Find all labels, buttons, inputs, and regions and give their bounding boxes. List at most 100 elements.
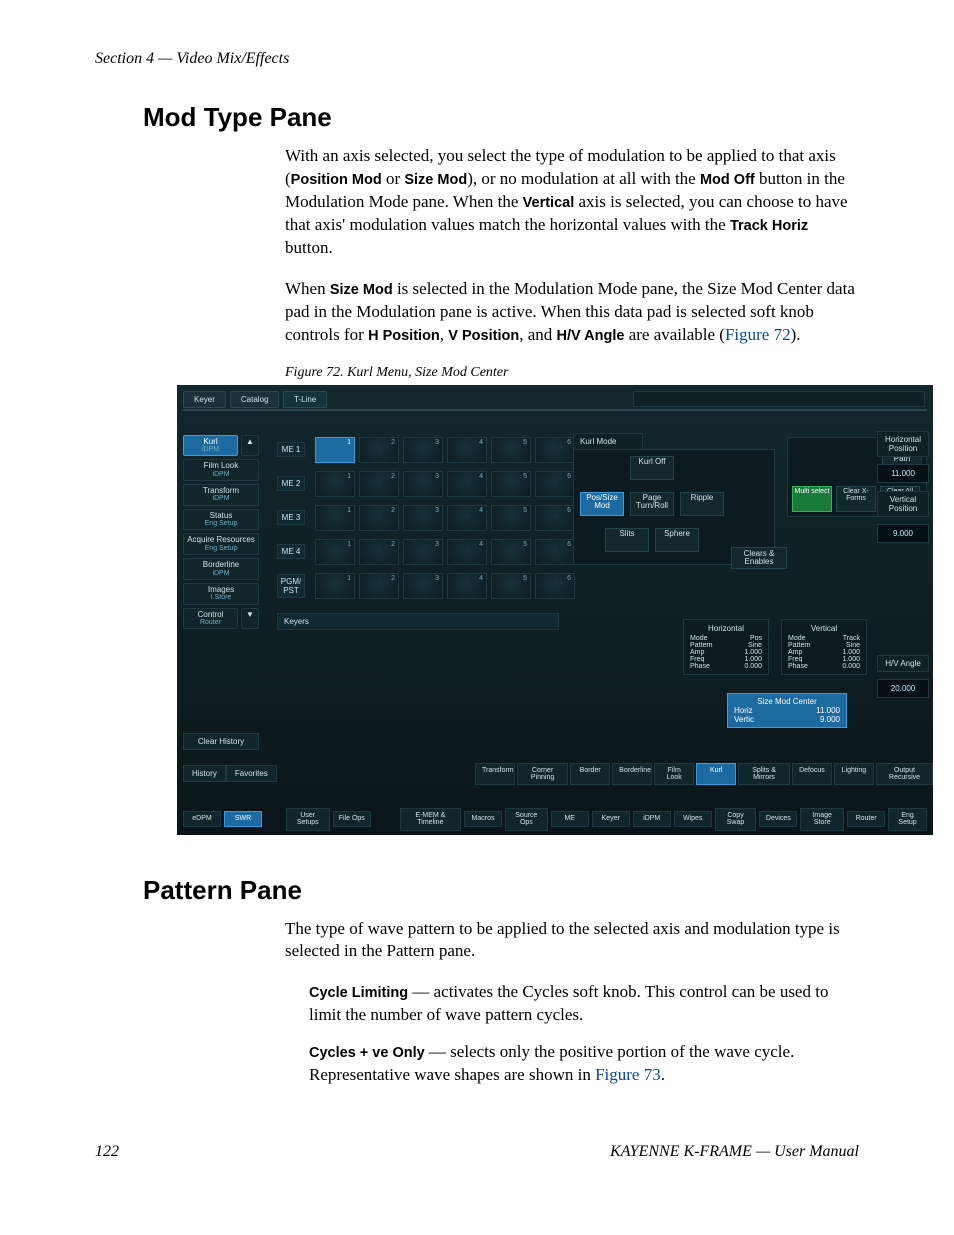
footbar-source-ops[interactable]: Source Ops	[505, 808, 548, 831]
me-key-cell[interactable]: 6	[535, 437, 575, 463]
me-key-cell[interactable]: 3	[403, 437, 443, 463]
effect-tab-border[interactable]: Border	[570, 763, 610, 786]
footbar-edpm[interactable]: eDPM	[183, 811, 221, 826]
footbar-router[interactable]: Router	[847, 811, 885, 826]
multi-select-button[interactable]: Multi select	[792, 486, 832, 512]
soft-knob-value[interactable]: 20.000	[877, 679, 929, 698]
me-key-cell[interactable]: 6	[535, 573, 575, 599]
soft-knob-label: Vertical Position	[877, 491, 929, 517]
bold: Size Mod	[404, 172, 467, 188]
figure-link-72[interactable]: Figure 72	[725, 325, 791, 344]
nav-scroll-down-icon[interactable]: ▼	[241, 608, 259, 630]
manual-title: KAYENNE K-FRAME — User Manual	[610, 1143, 859, 1161]
effect-tab-transform[interactable]: Transform	[475, 763, 515, 786]
me-key-cell[interactable]: 5	[491, 471, 531, 497]
me-key-cell[interactable]: 6	[535, 539, 575, 565]
footbar-keyer[interactable]: Keyer	[592, 811, 630, 826]
me-key-cell[interactable]: 2	[359, 437, 399, 463]
clear-xforms-button[interactable]: Clear X-Forms	[836, 486, 876, 512]
me-key-cell[interactable]: 4	[447, 505, 487, 531]
footbar-devices[interactable]: Devices	[759, 811, 797, 826]
nav-item-kurl[interactable]: KurliDPM	[183, 435, 238, 457]
me-key-cell[interactable]: 3	[403, 505, 443, 531]
me-key-cell[interactable]: 6	[535, 505, 575, 531]
tab-keyer[interactable]: Keyer	[183, 391, 226, 408]
me-key-cell[interactable]: 5	[491, 437, 531, 463]
effect-tab-lighting[interactable]: Lighting	[834, 763, 874, 786]
value: 9.000	[820, 715, 840, 724]
footbar-idpm[interactable]: iDPM	[633, 811, 671, 826]
bold: Cycle Limiting	[309, 985, 408, 1001]
clears-enables-button[interactable]: Clears & Enables	[731, 547, 787, 570]
tab-catalog[interactable]: Catalog	[230, 391, 280, 408]
clear-history-button[interactable]: Clear History	[183, 733, 259, 750]
footbar-user-setups[interactable]: User Setups	[286, 808, 330, 831]
me-key-cell[interactable]: 3	[403, 573, 443, 599]
history-tab[interactable]: History	[183, 765, 226, 782]
me-key-cell[interactable]: 2	[359, 505, 399, 531]
me-key-cell[interactable]: 1	[315, 539, 355, 565]
me-row-label: ME 1	[277, 442, 305, 457]
figure-link-73[interactable]: Figure 73	[595, 1065, 661, 1084]
effect-tab-kurl[interactable]: Kurl	[696, 763, 736, 786]
slits-button[interactable]: Slits	[605, 528, 649, 552]
nav-scroll-up-icon[interactable]: ▲	[241, 435, 259, 457]
vertical-readout[interactable]: VerticalModeTrackPatternSineAmp1.000Freq…	[781, 619, 867, 675]
sphere-button[interactable]: Sphere	[655, 528, 699, 552]
nav-item-film-look[interactable]: Film LookiDPM	[183, 459, 259, 481]
para-1: With an axis selected, you select the ty…	[95, 145, 859, 260]
nav-item-images[interactable]: ImagesI.Store	[183, 583, 259, 605]
me-key-cell[interactable]: 5	[491, 573, 531, 599]
effect-tab-film-look[interactable]: Film Look	[654, 763, 694, 786]
value: 11.000	[816, 706, 840, 715]
size-mod-center-pad[interactable]: Size Mod Center Horiz11.000 Vertic9.000	[727, 693, 847, 728]
me-key-cell[interactable]: 4	[447, 471, 487, 497]
nav-item-borderline[interactable]: BorderlineiDPM	[183, 558, 259, 580]
me-key-cell[interactable]: 2	[359, 471, 399, 497]
me-key-cell[interactable]: 3	[403, 539, 443, 565]
footbar-copy-swap[interactable]: Copy Swap	[715, 808, 757, 831]
horizontal-readout[interactable]: HorizontalModePosPatternSineAmp1.000Freq…	[683, 619, 769, 675]
footbar-file-ops[interactable]: File Ops	[333, 811, 371, 826]
footbar-swr[interactable]: SWR	[224, 811, 262, 826]
heading-pattern-pane: Pattern Pane	[143, 875, 859, 906]
footbar-e-mem-timeline[interactable]: E-MEM & Timeline	[400, 808, 461, 831]
effect-tab-corner-pinning[interactable]: Corner Pinning	[517, 763, 568, 786]
me-key-cell[interactable]: 1	[315, 437, 355, 463]
soft-knob-value[interactable]: 9.000	[877, 524, 929, 543]
me-key-cell[interactable]: 4	[447, 539, 487, 565]
pos-size-mod-button[interactable]: Pos/Size Mod	[580, 492, 624, 516]
me-key-cell[interactable]: 5	[491, 505, 531, 531]
page-turn-button[interactable]: Page Turn/Roll	[630, 492, 674, 516]
footbar-eng-setup[interactable]: Eng Setup	[888, 808, 927, 831]
me-key-cell[interactable]: 6	[535, 471, 575, 497]
me-key-cell[interactable]: 4	[447, 437, 487, 463]
favorites-tab[interactable]: Favorites	[226, 765, 277, 782]
me-key-cell[interactable]: 2	[359, 539, 399, 565]
me-key-cell[interactable]: 4	[447, 573, 487, 599]
nav-item-acquire-resources[interactable]: Acquire ResourcesEng Setup	[183, 533, 259, 555]
footbar-image-store[interactable]: Image Store	[800, 808, 844, 831]
footbar-me[interactable]: ME	[551, 811, 589, 826]
footbar-macros[interactable]: Macros	[464, 811, 502, 826]
keyers-row[interactable]: Keyers	[277, 613, 559, 630]
me-key-cell[interactable]: 2	[359, 573, 399, 599]
para-5: Cycles + ve Only — selects only the posi…	[95, 1041, 859, 1087]
effect-tab-defocus[interactable]: Defocus	[792, 763, 832, 786]
effect-tab-splits-mirrors[interactable]: Splits & Mirrors	[738, 763, 790, 786]
effect-tab-borderline[interactable]: Borderline	[612, 763, 652, 786]
ripple-button[interactable]: Ripple	[680, 492, 724, 516]
effect-tab-output-recursive[interactable]: Output Recursive	[876, 763, 933, 786]
me-key-cell[interactable]: 1	[315, 573, 355, 599]
footbar-wipes[interactable]: Wipes	[674, 811, 712, 826]
nav-item-status[interactable]: StatusEng Setup	[183, 509, 259, 531]
soft-knob-value[interactable]: 11.000	[877, 464, 929, 483]
me-key-cell[interactable]: 1	[315, 505, 355, 531]
me-key-cell[interactable]: 5	[491, 539, 531, 565]
me-key-cell[interactable]: 1	[315, 471, 355, 497]
tline-tab[interactable]: T-Line	[283, 391, 327, 408]
kurl-off-button[interactable]: Kurl Off	[630, 456, 674, 480]
me-key-cell[interactable]: 3	[403, 471, 443, 497]
nav-item-control[interactable]: ControlRouter	[183, 608, 238, 630]
nav-item-transform[interactable]: TransformiDPM	[183, 484, 259, 506]
